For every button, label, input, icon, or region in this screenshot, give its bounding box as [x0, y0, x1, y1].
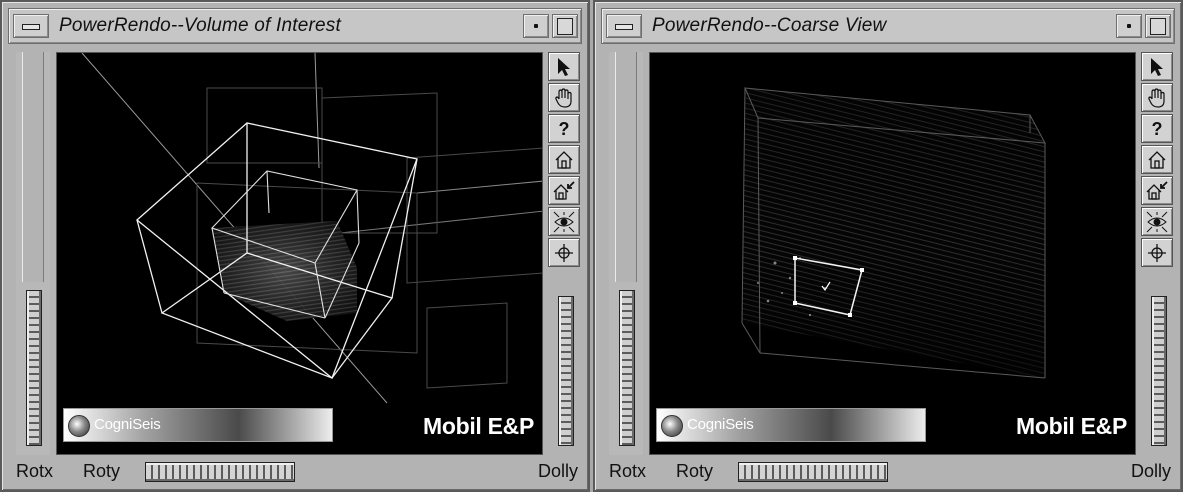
view-all-icon[interactable]	[548, 207, 580, 236]
home-icon[interactable]	[548, 145, 580, 174]
cogniseis-logo-bar: CogniSeis	[656, 408, 926, 442]
rotx-label: Rotx	[16, 461, 54, 481]
coarse-volume-scene	[741, 87, 1046, 379]
left-panel-grip	[615, 52, 637, 282]
view-all-icon[interactable]	[1141, 207, 1173, 236]
set-home-icon[interactable]	[1141, 176, 1173, 205]
cogniseis-logo-bar: CogniSeis	[63, 408, 333, 442]
hand-icon[interactable]	[1141, 83, 1173, 112]
help-glyph: ?	[1151, 118, 1163, 139]
title-bar[interactable]: PowerRendo--Coarse View	[601, 8, 1175, 44]
viewer-window-coarse-view: PowerRendo--Coarse View CogniSeis Mobil …	[593, 0, 1183, 492]
dolly-label: Dolly	[537, 461, 578, 481]
hand-icon[interactable]	[548, 83, 580, 112]
mobil-watermark: Mobil E&P	[1015, 413, 1127, 439]
left-decoration	[16, 52, 50, 455]
bottom-controls: Rotx Roty Dolly	[601, 458, 1175, 486]
window-menu-button[interactable]	[13, 14, 49, 38]
window-title: PowerRendo--Volume of Interest	[59, 15, 341, 36]
dolly-thumbwheel[interactable]	[558, 296, 574, 446]
seek-icon[interactable]	[1141, 238, 1173, 267]
roty-thumbwheel[interactable]	[145, 462, 295, 482]
pointer-icon[interactable]	[548, 52, 580, 81]
minimize-button[interactable]	[523, 14, 549, 38]
title-bar[interactable]: PowerRendo--Volume of Interest	[8, 8, 582, 44]
rotx-thumbwheel[interactable]	[26, 290, 42, 446]
left-panel-grip	[22, 52, 44, 282]
mobil-watermark: Mobil E&P	[422, 413, 534, 439]
maximize-button[interactable]	[552, 14, 578, 38]
roty-thumbwheel[interactable]	[738, 462, 888, 482]
roty-label: Roty	[83, 461, 121, 481]
left-decoration	[609, 52, 643, 455]
set-home-icon[interactable]	[548, 176, 580, 205]
cogniseis-logo-text: CogniSeis	[94, 416, 161, 433]
window-menu-button[interactable]	[606, 14, 642, 38]
dolly-label: Dolly	[1130, 461, 1171, 481]
cogniseis-logo-icon	[68, 415, 90, 437]
dolly-thumbwheel[interactable]	[1151, 296, 1167, 446]
cogniseis-logo-icon	[661, 415, 683, 437]
bottom-controls: Rotx Roty Dolly	[8, 458, 582, 486]
roty-label: Roty	[676, 461, 714, 481]
viewer-window-volume-of-interest: PowerRendo--Volume of Interest CogniSeis…	[0, 0, 590, 492]
rotx-label: Rotx	[609, 461, 647, 481]
viewer-toolbar: ?	[1141, 52, 1175, 446]
viewer-toolbar: ?	[548, 52, 582, 446]
volume-scene	[81, 53, 542, 404]
cogniseis-logo-text: CogniSeis	[687, 416, 754, 433]
seek-icon[interactable]	[548, 238, 580, 267]
help-icon[interactable]: ?	[1141, 114, 1173, 143]
help-glyph: ?	[558, 118, 570, 139]
home-icon[interactable]	[1141, 145, 1173, 174]
help-icon[interactable]: ?	[548, 114, 580, 143]
minimize-button[interactable]	[1116, 14, 1142, 38]
window-title: PowerRendo--Coarse View	[652, 15, 887, 36]
render-viewport[interactable]: CogniSeis Mobil E&P	[56, 52, 543, 455]
maximize-button[interactable]	[1145, 14, 1171, 38]
pointer-icon[interactable]	[1141, 52, 1173, 81]
rotx-thumbwheel[interactable]	[619, 290, 635, 446]
render-viewport[interactable]: CogniSeis Mobil E&P	[649, 52, 1136, 455]
